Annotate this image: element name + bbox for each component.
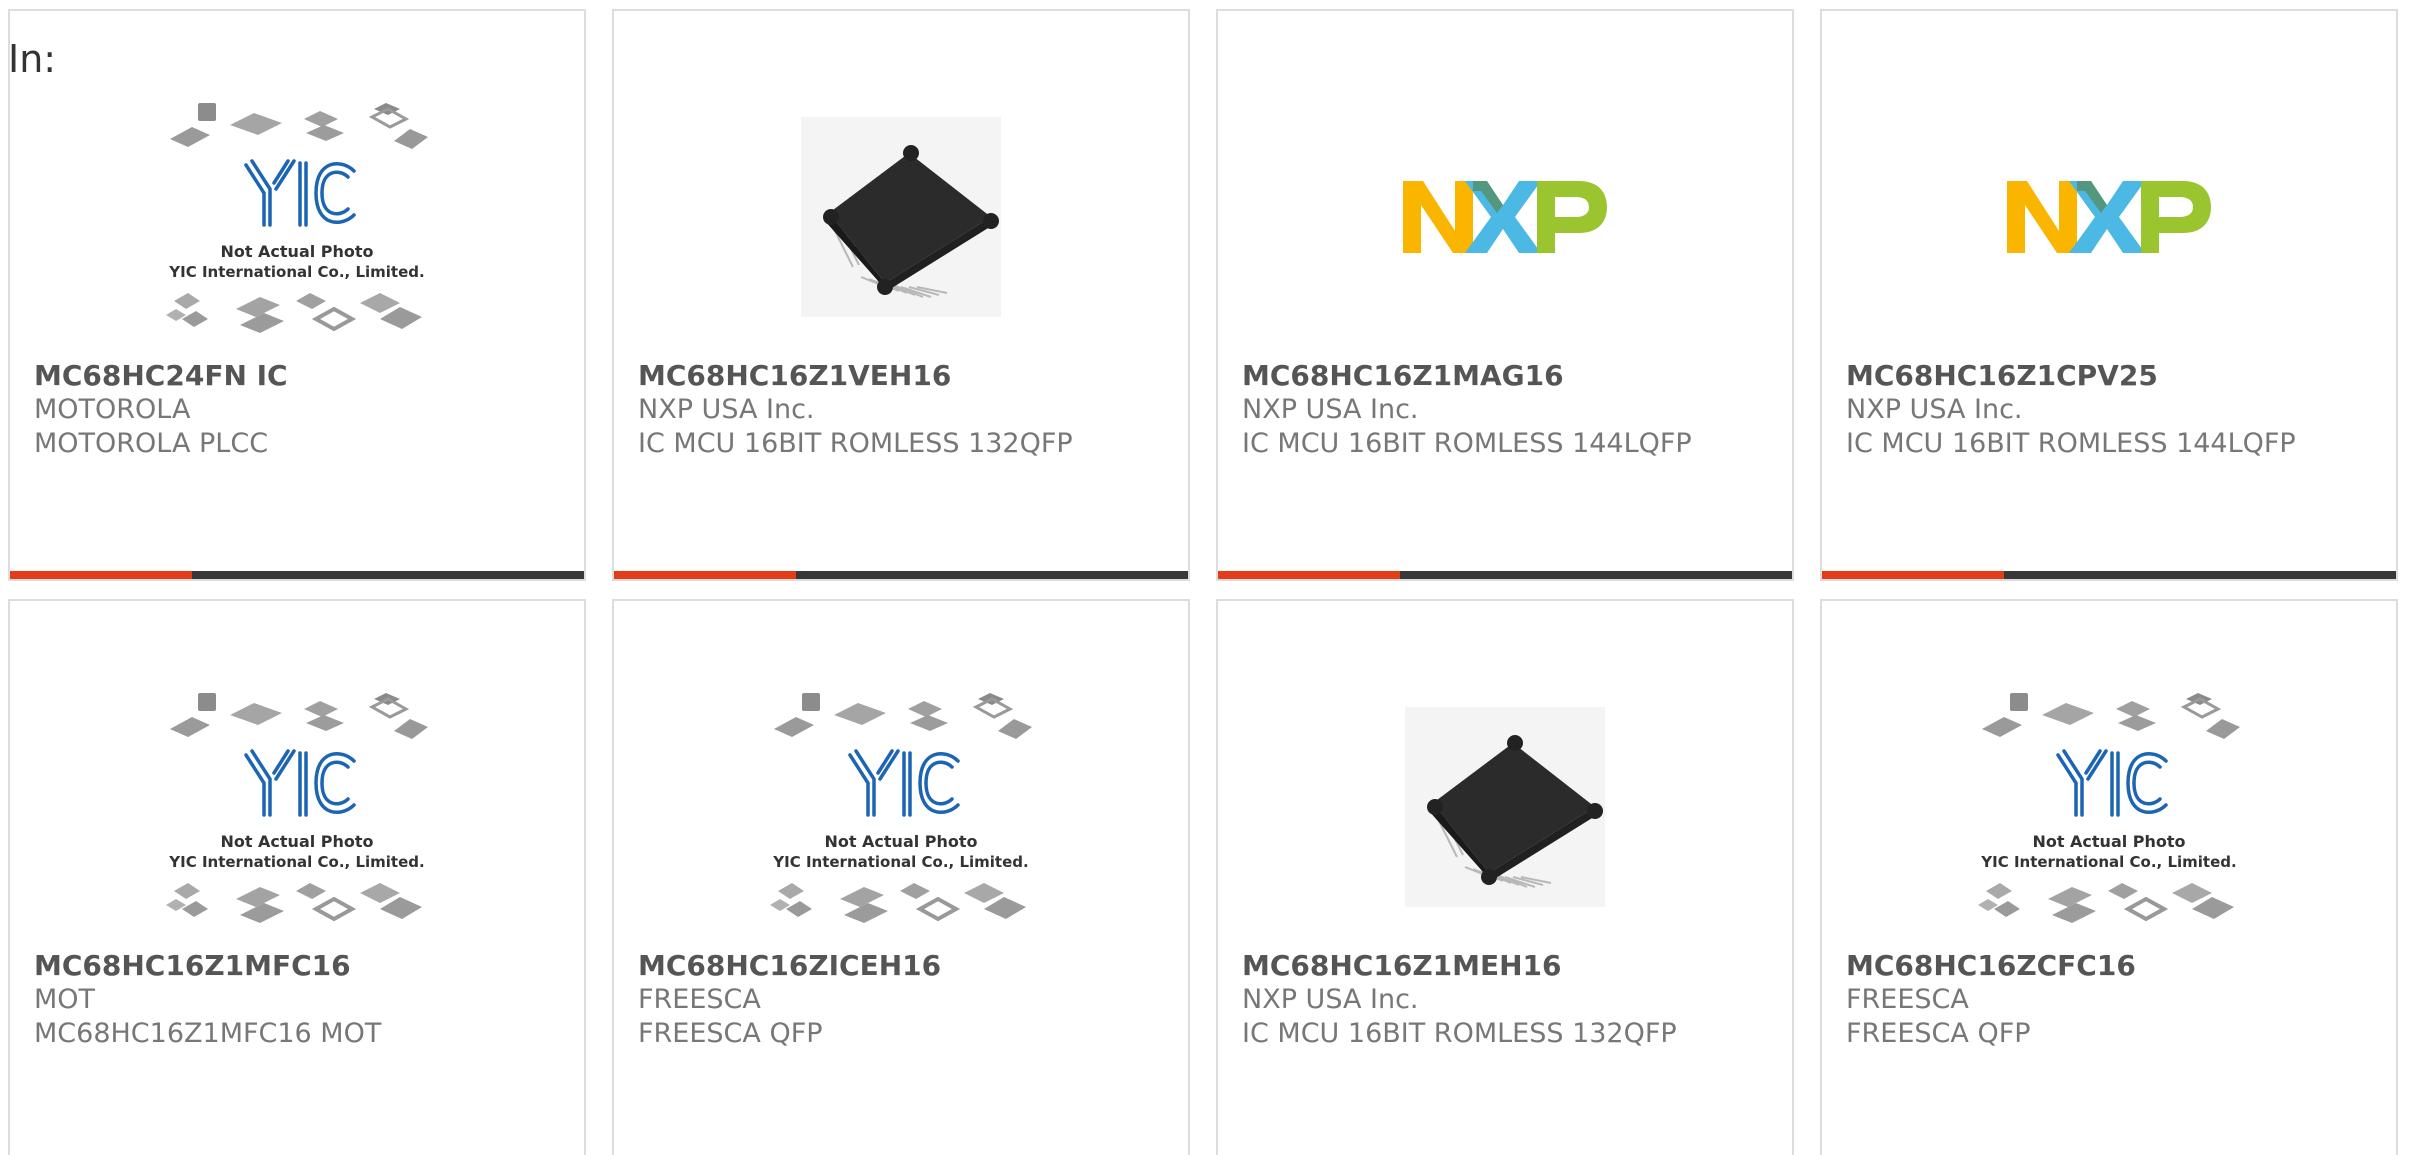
product-manufacturer: MOTOROLA [34,394,191,425]
product-info: MC68HC24FN IC MOTOROLA MOTOROLA PLCC [34,359,564,461]
in-label: In: [8,37,57,81]
not-actual-photo-text: Not Actual Photo [824,832,977,851]
product-manufacturer: NXP USA Inc. [1242,394,1419,425]
not-actual-photo-text: Not Actual Photo [220,242,373,261]
product-part-number[interactable]: MC68HC16Z1MAG16 [1242,359,1772,393]
product-info: MC68HC16Z1VEH16 NXP USA Inc. IC MCU 16BIT … [638,359,1168,461]
product-info: MC68HC16Z1MEH16 NXP USA Inc. IC MCU 16BIT … [1242,949,1772,1051]
product-manufacturer: MOT [34,984,96,1015]
product-card[interactable]: Not Actual Photo YIC International Co., L… [1820,599,2398,1155]
nxp-logo-icon [2007,181,2211,253]
product-grid-page: In: Not Actual Photo YIC International Co… [0,0,2410,1155]
product-image-chip[interactable] [614,77,1188,357]
company-name-text: YIC International Co., Limited. [1980,853,2236,871]
yic-placeholder-icon: Not Actual Photo YIC International Co., L… [164,691,430,925]
product-info: MC68HC16ZCFC16 FREESCA FREESCA QFP [1846,949,2376,1051]
product-image-placeholder[interactable]: Not Actual Photo YIC International Co., L… [10,667,584,947]
product-image-chip[interactable] [1218,667,1792,947]
product-description: IC MCU 16BIT ROMLESS 132QFP [638,428,1073,459]
product-manufacturer: FREESCA [1846,984,1969,1015]
product-info: MC68HC16Z1MAG16 NXP USA Inc. IC MCU 16BIT … [1242,359,1772,461]
yic-placeholder-icon: Not Actual Photo YIC International Co., L… [164,101,430,335]
product-part-number[interactable]: MC68HC16Z1MEH16 [1242,949,1772,983]
product-description: MC68HC16Z1MFC16 MOT [34,1018,382,1049]
card-accent-strip [614,571,796,579]
product-description: IC MCU 16BIT ROMLESS 144LQFP [1846,428,2296,459]
product-card[interactable]: MC68HC16Z1MEH16 NXP USA Inc. IC MCU 16BIT … [1216,599,1794,1155]
product-part-number[interactable]: MC68HC16ZICEH16 [638,949,1168,983]
product-description: MOTOROLA PLCC [34,428,269,459]
product-manufacturer: NXP USA Inc. [1242,984,1419,1015]
product-description: IC MCU 16BIT ROMLESS 132QFP [1242,1018,1677,1049]
product-card[interactable]: Not Actual Photo YIC International Co., L… [8,9,586,581]
product-image-nxp-logo[interactable] [1822,77,2396,357]
product-info: MC68HC16ZICEH16 FREESCA FREESCA QFP [638,949,1168,1051]
yic-placeholder-icon: Not Actual Photo YIC International Co., L… [768,691,1034,925]
product-card[interactable]: Not Actual Photo YIC International Co., L… [8,599,586,1155]
qfp-chip-icon [801,117,1001,317]
product-part-number[interactable]: MC68HC16Z1VEH16 [638,359,1168,393]
product-description: FREESCA QFP [1846,1018,2031,1049]
product-description: FREESCA QFP [638,1018,823,1049]
product-card[interactable]: MC68HC16Z1CPV25 NXP USA Inc. IC MCU 16BIT … [1820,9,2398,581]
product-part-number[interactable]: MC68HC16Z1CPV25 [1846,359,2376,393]
company-name-text: YIC International Co., Limited. [168,263,424,281]
product-image-placeholder[interactable]: Not Actual Photo YIC International Co., L… [10,77,584,357]
product-card[interactable]: MC68HC16Z1MAG16 NXP USA Inc. IC MCU 16BIT … [1216,9,1794,581]
not-actual-photo-text: Not Actual Photo [2032,832,2185,851]
card-accent-strip [1822,571,2004,579]
card-bottom-bar [1218,571,1792,579]
product-info: MC68HC16Z1CPV25 NXP USA Inc. IC MCU 16BIT … [1846,359,2376,461]
yic-placeholder-icon: Not Actual Photo YIC International Co., L… [1976,691,2242,925]
card-bottom-bar [10,571,584,579]
product-card[interactable]: MC68HC16Z1VEH16 NXP USA Inc. IC MCU 16BIT … [612,9,1190,581]
company-name-text: YIC International Co., Limited. [168,853,424,871]
card-accent-strip [1218,571,1400,579]
product-card[interactable]: Not Actual Photo YIC International Co., L… [612,599,1190,1155]
product-manufacturer: NXP USA Inc. [638,394,815,425]
card-accent-strip [10,571,192,579]
qfp-chip-icon [1405,707,1605,907]
not-actual-photo-text: Not Actual Photo [220,832,373,851]
company-name-text: YIC International Co., Limited. [772,853,1028,871]
card-bottom-bar [1822,571,2396,579]
product-part-number[interactable]: MC68HC16ZCFC16 [1846,949,2376,983]
product-image-nxp-logo[interactable] [1218,77,1792,357]
product-part-number[interactable]: MC68HC24FN IC [34,359,564,393]
product-image-placeholder[interactable]: Not Actual Photo YIC International Co., L… [614,667,1188,947]
product-manufacturer: FREESCA [638,984,761,1015]
nxp-logo-icon [1403,181,1607,253]
product-image-placeholder[interactable]: Not Actual Photo YIC International Co., L… [1822,667,2396,947]
card-bottom-bar [614,571,1188,579]
product-description: IC MCU 16BIT ROMLESS 144LQFP [1242,428,1692,459]
product-manufacturer: NXP USA Inc. [1846,394,2023,425]
product-part-number[interactable]: MC68HC16Z1MFC16 [34,949,564,983]
product-info: MC68HC16Z1MFC16 MOT MC68HC16Z1MFC16 MOT [34,949,564,1051]
